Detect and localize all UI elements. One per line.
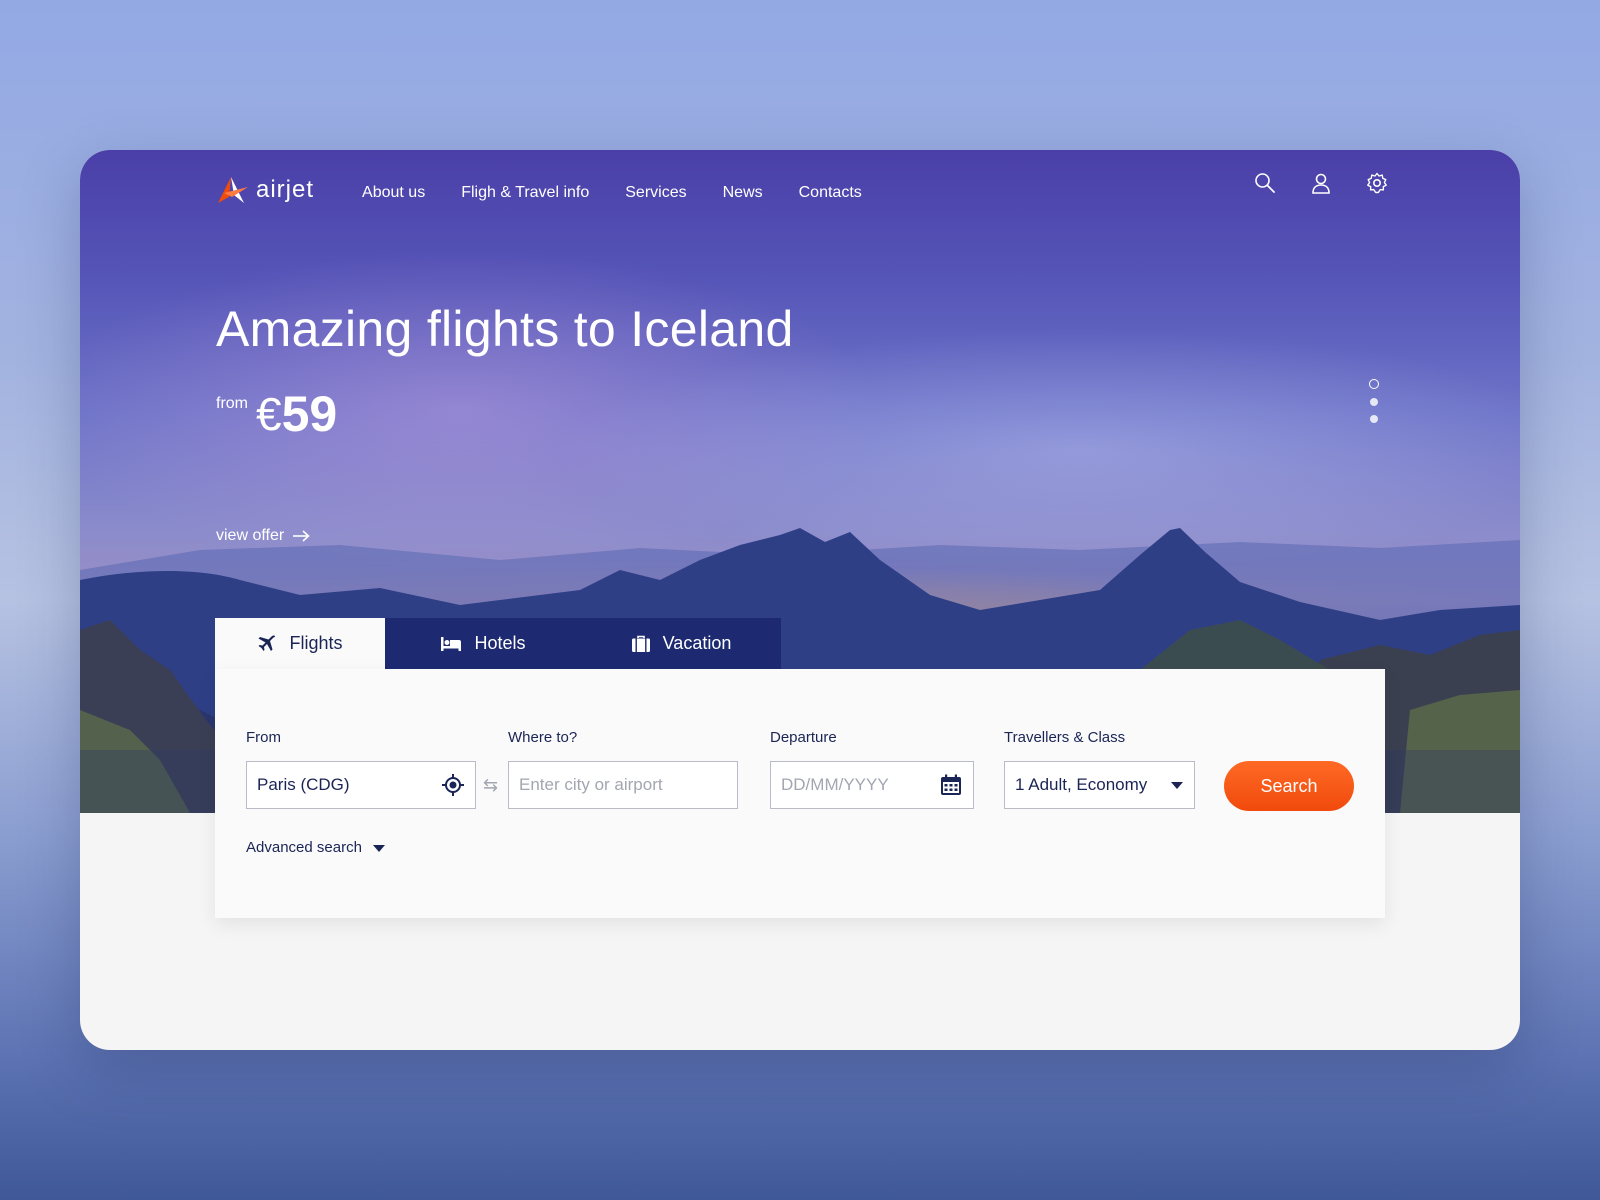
travellers-label: Travellers & Class xyxy=(1004,729,1126,746)
from-label: From xyxy=(246,729,281,746)
slide-dot-1[interactable] xyxy=(1369,379,1379,389)
top-nav: airjet About us Fligh & Travel info Serv… xyxy=(216,170,862,210)
slide-dot-2[interactable] xyxy=(1370,398,1378,406)
plane-icon xyxy=(258,634,276,651)
settings-icon[interactable] xyxy=(1366,172,1388,194)
tab-flights-label: Flights xyxy=(289,633,343,653)
hero-price: from € 59 xyxy=(216,385,337,443)
view-offer-label: view offer xyxy=(216,527,285,544)
nav-services[interactable]: Services xyxy=(625,184,686,202)
caret-down-icon xyxy=(372,844,385,852)
departure-field[interactable]: DD/MM/YYYY xyxy=(770,761,974,809)
logo-text: airjet xyxy=(256,176,315,203)
airjet-logo-icon xyxy=(218,177,248,203)
nav-actions xyxy=(1254,172,1388,194)
tab-vacation[interactable]: Vacation xyxy=(581,618,781,669)
chevron-down-icon xyxy=(1171,782,1183,789)
price-amount: 59 xyxy=(281,386,338,442)
departure-placeholder: DD/MM/YYYY xyxy=(781,775,889,794)
search-icon[interactable] xyxy=(1254,172,1276,194)
bed-icon xyxy=(441,636,462,651)
departure-label: Departure xyxy=(770,729,837,746)
from-value: Paris (CDG) xyxy=(257,775,350,794)
logo[interactable]: airjet xyxy=(216,175,314,205)
user-icon[interactable] xyxy=(1310,172,1332,194)
tab-vacation-label: Vacation xyxy=(662,633,732,653)
advanced-search-label: Advanced search xyxy=(246,839,362,856)
tab-hotels-label: Hotels xyxy=(474,633,526,653)
nav-news[interactable]: News xyxy=(723,184,763,202)
hero-headline: Amazing flights to Iceland xyxy=(216,301,794,357)
view-offer-link[interactable]: view offer xyxy=(216,527,310,545)
booking-tabs: Flights Hotels Vacation xyxy=(215,618,781,669)
slide-indicator xyxy=(1369,379,1379,423)
price-currency: € xyxy=(256,388,282,440)
arrow-right-icon xyxy=(293,530,310,542)
nav-about-us[interactable]: About us xyxy=(362,184,425,202)
nav-flight-travel-info[interactable]: Fligh & Travel info xyxy=(461,184,589,202)
locate-icon[interactable] xyxy=(441,773,465,797)
nav-contacts[interactable]: Contacts xyxy=(799,184,862,202)
swap-icon[interactable]: ⇆ xyxy=(483,775,498,796)
tab-hotels[interactable]: Hotels xyxy=(385,618,581,669)
to-label: Where to? xyxy=(508,729,578,746)
flight-search-form: From Paris (CDG) ⇆ Where to? Enter city … xyxy=(215,669,1385,918)
travellers-select[interactable]: 1 Adult, Economy xyxy=(1004,761,1195,809)
calendar-icon[interactable] xyxy=(939,773,963,797)
advanced-search-toggle[interactable]: Advanced search xyxy=(246,839,386,856)
tab-flights[interactable]: Flights xyxy=(215,618,385,669)
to-placeholder: Enter city or airport xyxy=(519,775,663,794)
slide-dot-3[interactable] xyxy=(1370,415,1378,423)
price-prefix: from xyxy=(216,395,248,412)
suitcase-icon xyxy=(631,635,650,652)
search-button[interactable]: Search xyxy=(1224,761,1354,811)
main-menu: About us Fligh & Travel info Services Ne… xyxy=(362,184,862,202)
from-field[interactable]: Paris (CDG) xyxy=(246,761,476,809)
to-field[interactable]: Enter city or airport xyxy=(508,761,738,809)
travellers-value: 1 Adult, Economy xyxy=(1015,775,1148,794)
